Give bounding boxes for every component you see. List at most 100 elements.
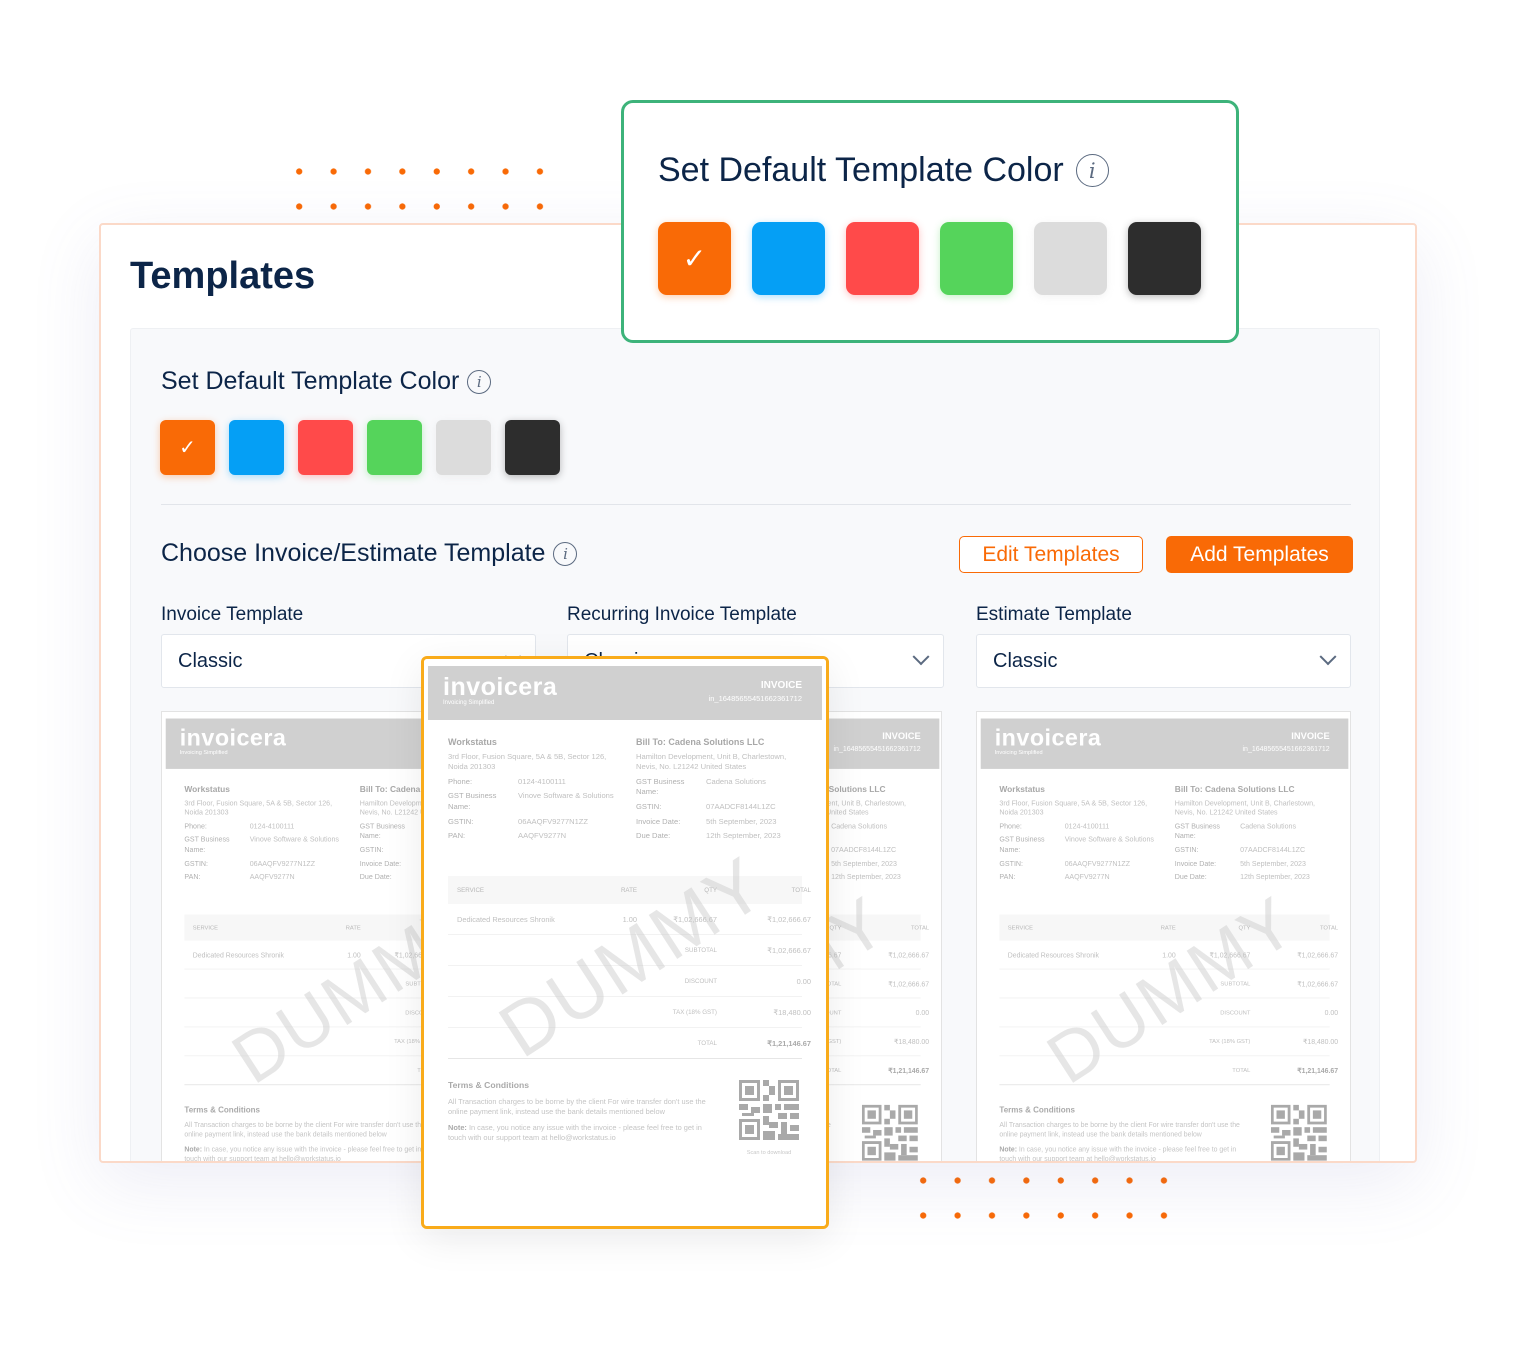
estimate-template-select[interactable]: Classic — [976, 634, 1351, 688]
invoice-doc-type: INVOICE — [760, 680, 802, 691]
color-swatch-blue[interactable] — [229, 420, 284, 475]
table-header-row: SERVICERATEQTYTOTAL — [999, 914, 1338, 941]
edit-templates-button[interactable]: Edit Templates — [959, 536, 1143, 573]
tax-row: TAX (18% GST)₹18,480.00 — [448, 997, 811, 1028]
color-swatch-orange[interactable]: ✓ — [160, 420, 215, 475]
info-icon[interactable]: i — [467, 369, 492, 394]
terms-note: Note: In case, you notice any issue with… — [448, 1122, 702, 1142]
terms-section: Terms & Conditions All Transaction charg… — [184, 1104, 427, 1163]
table-row: Dedicated Resources Shronik1.00₹1,02,666… — [999, 941, 1338, 970]
choose-template-title: Choose Invoice/Estimate Template i — [161, 539, 578, 568]
bill-to-name: Bill To: Cadena Solutions LLC — [636, 737, 765, 747]
invoice-template-label: Invoice Template — [161, 604, 304, 625]
color-swatch-light-gray[interactable] — [1034, 222, 1107, 295]
bill-to-field: Invoice Date:5th September, 2023 — [636, 816, 777, 826]
from-details: Workstatus 3rd Floor, Fusion Square, 5A … — [999, 784, 1159, 883]
subtotal-row: SUBTOTAL₹1,02,666.67 — [999, 970, 1338, 999]
invoicera-logo: invoicera Invoicing Simplified — [443, 674, 557, 706]
color-swatch-red[interactable] — [298, 420, 353, 475]
from-field: GST Business Name:Vinove Software & Solu… — [448, 791, 614, 812]
from-field: GSTIN:06AAQFV9277N1ZZ — [184, 859, 316, 868]
qr-code-icon — [739, 1080, 799, 1140]
tax-row: TAX (18% GST)₹18,480.00 — [999, 1027, 1338, 1057]
invoice-doc-type: INVOICE — [1291, 731, 1330, 742]
invoicera-logo: invoicera Invoicing Simplified — [995, 726, 1102, 756]
invoice-doc-type: INVOICE — [882, 731, 921, 742]
color-picker-callout: Set Default Template Color i ✓ — [621, 100, 1239, 343]
highlighted-template-preview[interactable]: invoicera Invoicing Simplified INVOICE i… — [421, 656, 829, 1229]
color-swatch-orange[interactable]: ✓ — [658, 222, 731, 295]
color-swatch-blue[interactable] — [752, 222, 825, 295]
qr-code: Scan to download — [1270, 1104, 1327, 1161]
color-swatch-dark[interactable] — [1128, 222, 1201, 295]
terms-title: Terms & Conditions — [184, 1104, 260, 1115]
invoice-number: in_1648565545166236171​2 — [833, 744, 921, 754]
bill-to-field: GST Business Name:Cadena Solutions — [636, 776, 766, 797]
from-details: Workstatus 3rd Floor, Fusion Square, 5A … — [448, 736, 620, 842]
page-title: Templates — [130, 255, 316, 297]
terms-title: Terms & Conditions — [999, 1104, 1075, 1115]
invoice-items-table: SERVICERATEQTYTOTAL Dedicated Resources … — [448, 876, 811, 1059]
color-swatch-green[interactable] — [367, 420, 422, 475]
bill-to-name: Bill To: Cadena Solutions LLC — [1174, 784, 1295, 795]
from-address: 3rd Floor, Fusion Square, 5A & 5B, Secto… — [448, 751, 607, 772]
subtotal-row: SUBTOTAL₹1,02,666.67 — [448, 935, 811, 966]
invoice-header: invoicera Invoicing Simplified INVOICE i… — [980, 718, 1349, 769]
invoicera-logo: invoicera Invoicing Simplified — [180, 726, 287, 756]
chevron-down-icon — [912, 648, 930, 666]
color-swatch-light-gray[interactable] — [436, 420, 491, 475]
color-swatch-dark[interactable] — [505, 420, 560, 475]
terms-note: Note: In case, you notice any issue with… — [184, 1144, 422, 1163]
invoice-items-table: SERVICERATEQTYTOTAL Dedicated Resources … — [999, 914, 1338, 1086]
table-row: Dedicated Resources Shronik1.00₹1,02,666… — [448, 904, 811, 935]
recurring-template-label: Recurring Invoice Template — [567, 604, 797, 625]
terms-note: Note: In case, you notice any issue with… — [999, 1144, 1237, 1163]
invoice-preview: invoicera Invoicing Simplified INVOICE i… — [424, 659, 826, 1226]
invoice-number: in_1648565545166236171​2 — [708, 694, 802, 703]
from-name: Workstatus — [184, 784, 230, 795]
terms-title: Terms & Conditions — [448, 1080, 530, 1090]
bill-to-details: Bill To: Cadena Solutions LLC Hamilton D… — [636, 736, 808, 842]
from-field: GSTIN:06AAQFV9277N1ZZ — [999, 859, 1131, 868]
bill-to-field: Due Date:12th September, 2023 — [636, 831, 781, 841]
from-field: Phone:0124-4100111 — [184, 821, 295, 831]
terms-text: All Transaction charges to be borne by t… — [184, 1120, 425, 1138]
discount-row: DISCOUNT0.00 — [448, 966, 811, 997]
color-swatch-green[interactable] — [940, 222, 1013, 295]
from-field: PAN:AAQFV9277N — [999, 872, 1110, 882]
checkmark-icon: ✓ — [682, 243, 707, 274]
qr-code: Scan to download — [861, 1104, 918, 1161]
logo-wordmark: invoicera — [994, 725, 1102, 752]
color-swatch-red[interactable] — [846, 222, 919, 295]
terms-section: Terms & Conditions All Transaction charg… — [448, 1080, 708, 1143]
total-row: TOTAL₹1,21,146.67 — [448, 1028, 811, 1059]
logo-wordmark: invoicera — [179, 725, 287, 752]
estimate-template-label: Estimate Template — [976, 604, 1132, 625]
decorative-dots-top — [282, 154, 557, 224]
discount-row: DISCOUNT0.00 — [999, 998, 1338, 1028]
from-field: Phone:0124-4100111 — [999, 821, 1110, 831]
from-name: Workstatus — [448, 737, 497, 747]
from-field: Phone:0124-4100111 — [448, 776, 566, 786]
estimate-template-preview[interactable]: invoicera Invoicing Simplified INVOICE i… — [976, 711, 1351, 1163]
logo-wordmark: invoicera — [443, 673, 558, 701]
terms-text: All Transaction charges to be borne by t… — [999, 1120, 1240, 1138]
info-icon[interactable]: i — [553, 541, 578, 566]
from-field: PAN:AAQFV9277N — [448, 831, 567, 841]
from-field: GSTIN:06AAQFV9277N1ZZ — [448, 816, 589, 826]
add-templates-button[interactable]: Add Templates — [1166, 536, 1353, 573]
info-icon[interactable]: i — [1075, 154, 1109, 187]
from-name: Workstatus — [999, 784, 1045, 795]
decorative-dots-bottom — [906, 1163, 1181, 1233]
divider — [161, 504, 1351, 505]
qr-code-icon — [1270, 1104, 1327, 1161]
from-field: GST Business Name:Vinove Software & Solu… — [184, 835, 339, 854]
from-address: 3rd Floor, Fusion Square, 5A & 5B, Secto… — [999, 798, 1148, 817]
bill-to-field: GST Business Name:Cadena Solutions — [1174, 821, 1297, 841]
from-details: Workstatus 3rd Floor, Fusion Square, 5A … — [184, 784, 344, 883]
from-field: PAN:AAQFV9277N — [184, 872, 295, 882]
table-header-row: SERVICERATEQTYTOTAL — [448, 876, 811, 904]
from-field: GST Business Name:Vinove Software & Solu… — [999, 835, 1154, 854]
bill-to-address: Hamilton Development, Unit B, Charlestow… — [1174, 798, 1315, 817]
chevron-down-icon — [1319, 648, 1337, 666]
